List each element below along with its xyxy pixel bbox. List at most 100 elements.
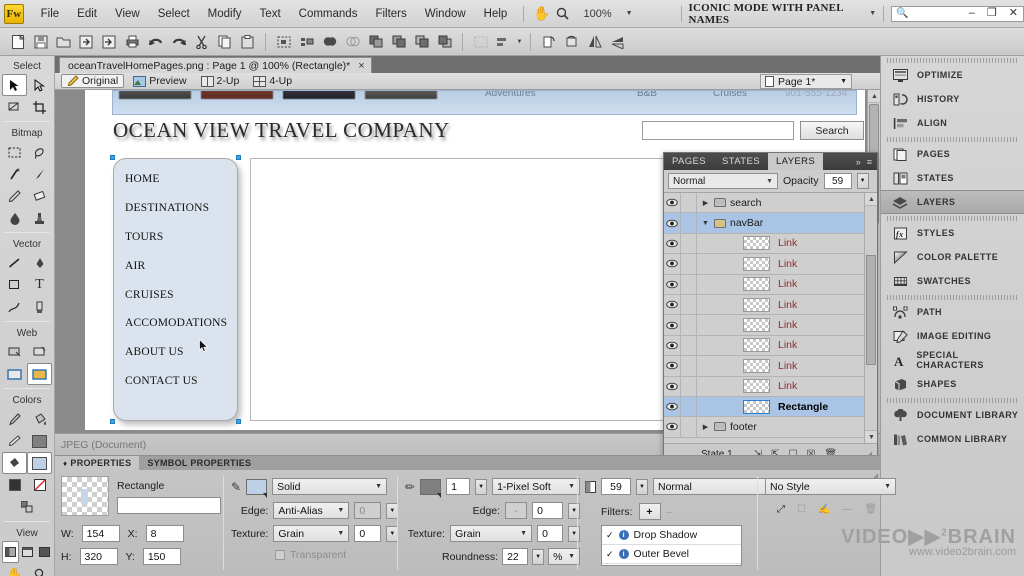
layer-name-text[interactable]: Link: [770, 258, 877, 270]
pencil-tool[interactable]: [2, 185, 27, 207]
brush-tool[interactable]: [27, 163, 52, 185]
zoom-tool-icon[interactable]: [552, 4, 573, 24]
dock-item-states[interactable]: STATES: [881, 166, 1024, 190]
standard-screen-mode[interactable]: [2, 541, 19, 563]
layer-visibility-toggle[interactable]: [664, 234, 681, 253]
dock-item-shapes[interactable]: SHAPES: [881, 372, 1024, 396]
slice-tool[interactable]: [27, 341, 52, 363]
paste-icon[interactable]: [236, 31, 259, 53]
page-selector[interactable]: Page 1* ▼: [760, 74, 852, 89]
layer-row-link-6[interactable]: Link: [664, 336, 877, 356]
selection-handle-br[interactable]: [236, 419, 241, 424]
layer-visibility-toggle[interactable]: [664, 275, 681, 294]
layer-row-link-1[interactable]: Link: [664, 234, 877, 254]
layer-visibility-toggle[interactable]: [664, 254, 681, 273]
fill-edge-select[interactable]: Anti-Alias ▼: [273, 502, 349, 519]
tab-pages[interactable]: PAGES: [664, 153, 714, 170]
layer-row-link-3[interactable]: Link: [664, 275, 877, 295]
roundness-stepper[interactable]: ▼: [532, 549, 544, 565]
filter-info-icon[interactable]: i: [619, 549, 629, 559]
add-filter-button[interactable]: +: [639, 503, 661, 520]
layer-thumbnail[interactable]: [743, 277, 770, 291]
filters-list[interactable]: ✓ i Drop Shadow ✓ i Outer Bevel: [601, 525, 742, 566]
layer-visibility-toggle[interactable]: [664, 377, 681, 396]
chevron-down-icon[interactable]: ▼: [568, 483, 575, 490]
restore-icon[interactable]: ❐: [987, 6, 997, 19]
intersect-icon[interactable]: [341, 31, 364, 53]
hide-slices-tool[interactable]: [2, 363, 27, 385]
layer-opacity-input[interactable]: 59: [824, 173, 852, 189]
layer-row-link-5[interactable]: Link: [664, 315, 877, 335]
break-link-icon[interactable]: —: [842, 504, 852, 515]
layer-name-text[interactable]: Link: [770, 319, 877, 331]
full-screen-menus-mode[interactable]: [19, 541, 36, 563]
layer-lock-toggle[interactable]: [681, 336, 697, 355]
flip-vertical-icon[interactable]: [606, 31, 629, 53]
layer-lock-toggle[interactable]: [681, 254, 697, 273]
cut-icon[interactable]: [190, 31, 213, 53]
zoom-dropdown-caret[interactable]: ▼: [626, 10, 633, 17]
layer-name-text[interactable]: Link: [770, 299, 877, 311]
layer-visibility-toggle[interactable]: [664, 397, 681, 416]
bring-forward-icon[interactable]: [410, 31, 433, 53]
layer-visibility-toggle[interactable]: [664, 315, 681, 334]
panel-options-menu-icon[interactable]: ≡: [867, 157, 872, 167]
site-search-button[interactable]: Search: [800, 121, 864, 140]
chevron-down-icon[interactable]: ▼: [337, 530, 344, 537]
layer-thumbnail[interactable]: [743, 400, 770, 414]
stroke-texture-select[interactable]: Grain ▼: [450, 525, 532, 542]
dock-item-document-library[interactable]: DOCUMENT LIBRARY: [881, 403, 1024, 427]
stroke-width-input[interactable]: 1: [446, 478, 470, 495]
dock-item-path[interactable]: PATH: [881, 300, 1024, 324]
scale-tool[interactable]: [2, 96, 27, 118]
chevron-down-icon[interactable]: ▼: [375, 483, 382, 490]
chevron-down-icon[interactable]: ▼: [766, 178, 773, 185]
paint-bucket-tool[interactable]: [27, 408, 52, 430]
view-tab-4up[interactable]: 4-Up: [248, 74, 297, 88]
dock-item-special-characters[interactable]: A SPECIAL CHARACTERS: [881, 348, 1024, 372]
dock-item-optimize[interactable]: OPTIMIZE: [881, 63, 1024, 87]
redo-icon[interactable]: [167, 31, 190, 53]
layers-scroll-up-icon[interactable]: ▲: [865, 193, 877, 206]
width-input[interactable]: 154: [82, 525, 120, 542]
save-icon[interactable]: [29, 31, 52, 53]
site-nav-link-tours[interactable]: TOURS: [125, 231, 164, 243]
object-opacity-input[interactable]: 59: [601, 478, 631, 495]
layer-visibility-toggle[interactable]: [664, 193, 681, 212]
disclosure-triangle-icon[interactable]: ▶: [701, 423, 710, 431]
dock-item-pages[interactable]: PAGES: [881, 142, 1024, 166]
swap-colors-icon[interactable]: [15, 496, 40, 518]
menu-help[interactable]: Help: [475, 5, 517, 23]
transparent-checkbox[interactable]: [275, 550, 285, 560]
filter-row-outer-bevel[interactable]: ✓ i Outer Bevel: [602, 545, 741, 564]
layer-lock-toggle[interactable]: [681, 295, 697, 314]
menu-edit[interactable]: Edit: [68, 5, 106, 23]
line-tool[interactable]: [2, 252, 27, 274]
default-colors-icon[interactable]: [2, 474, 27, 496]
layer-row-link-7[interactable]: Link: [664, 356, 877, 376]
fill-color-swatch[interactable]: [27, 452, 52, 474]
site-nav-link-cruises[interactable]: CRUISES: [125, 289, 174, 301]
close-tab-icon[interactable]: ×: [358, 60, 364, 72]
show-slices-tool[interactable]: [27, 363, 52, 385]
chevron-down-icon[interactable]: ▼: [884, 483, 891, 490]
full-screen-mode[interactable]: [36, 541, 53, 563]
layer-lock-toggle[interactable]: [681, 275, 697, 294]
menu-select[interactable]: Select: [149, 5, 199, 23]
layer-name-text[interactable]: Link: [770, 360, 877, 372]
selection-handle-tr[interactable]: [236, 155, 241, 160]
knife-tool[interactable]: [27, 296, 52, 318]
layer-visibility-toggle[interactable]: [664, 356, 681, 375]
layer-name-text[interactable]: Link: [770, 339, 877, 351]
chevron-down-icon[interactable]: ▼: [337, 507, 344, 514]
freeform-tool[interactable]: [2, 296, 27, 318]
edit-style-icon[interactable]: ✍: [818, 504, 830, 515]
fill-color-swatch[interactable]: [246, 479, 267, 495]
stroke-texture-amount-input[interactable]: 0: [537, 525, 563, 542]
align-caret-icon[interactable]: ▼: [515, 31, 524, 53]
selection-handle-tl[interactable]: [110, 155, 115, 160]
delete-style-icon[interactable]: 🗑: [864, 504, 877, 515]
new-style-icon[interactable]: ☐: [797, 504, 806, 515]
site-nav-panel[interactable]: HOME DESTINATIONS TOURS AIR CRUISES ACCO…: [113, 158, 238, 421]
stroke-category-select[interactable]: 1-Pixel Soft ▼: [492, 478, 580, 495]
